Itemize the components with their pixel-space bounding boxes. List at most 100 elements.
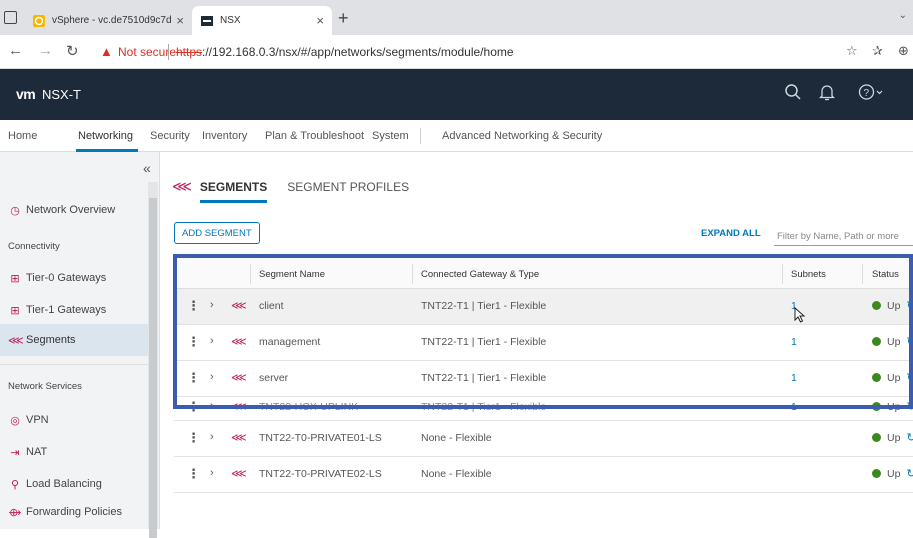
- column-header-status[interactable]: Status: [872, 269, 899, 280]
- back-icon[interactable]: ←: [8, 42, 23, 59]
- sidebar-item-forwarding-policies[interactable]: ⟴ Forwarding Policies: [0, 496, 148, 528]
- reload-icon[interactable]: ↻: [66, 42, 79, 60]
- segment-icon: ⋘: [231, 468, 247, 480]
- nav-system[interactable]: System: [372, 130, 409, 142]
- subnets-link[interactable]: 1: [791, 401, 797, 413]
- row-actions-icon[interactable]: ⋮: [187, 334, 200, 350]
- status-cell: Up ↻: [872, 400, 913, 413]
- expand-row-icon[interactable]: ›: [210, 400, 214, 412]
- nav-plan-troubleshoot[interactable]: Plan & Troubleshoot: [265, 130, 364, 142]
- help-icon[interactable]: ?: [858, 83, 884, 101]
- segment-tabs: ⋘ SEGMENTS SEGMENT PROFILES: [172, 178, 409, 203]
- nav-security[interactable]: Security: [150, 130, 190, 142]
- sidebar-item-label: NAT: [26, 446, 48, 458]
- tab-search-icon[interactable]: ⌄: [899, 10, 907, 21]
- subnets-link[interactable]: 1: [791, 372, 797, 384]
- nav-home[interactable]: Home: [8, 130, 37, 142]
- address-bar: ← → ↻ ▲ Not secure https://192.168.0.3/n…: [0, 35, 913, 69]
- expand-row-icon[interactable]: ›: [210, 371, 214, 383]
- forward-icon[interactable]: →: [38, 42, 53, 59]
- expand-row-icon[interactable]: ›: [210, 299, 214, 311]
- status-cell: Up ↻: [872, 467, 913, 480]
- url-scheme: https: [176, 45, 203, 59]
- column-header-segment-name[interactable]: Segment Name: [259, 269, 325, 280]
- column-header-subnets[interactable]: Subnets: [791, 269, 826, 280]
- segment-icon: ⋘: [231, 300, 247, 312]
- sidebar-item-label: Tier-0 Gateways: [26, 272, 107, 284]
- expand-row-icon[interactable]: ›: [210, 467, 214, 479]
- divider: [420, 128, 421, 144]
- browser-tab-vsphere[interactable]: vSphere - vc.de7510d9c7d8485c ×: [24, 6, 192, 35]
- nsx-favicon-icon: [201, 15, 213, 26]
- expand-all-button[interactable]: EXPAND ALL: [701, 228, 761, 239]
- row-actions-icon[interactable]: ⋮: [187, 466, 200, 482]
- extensions-icon[interactable]: ☆: [846, 43, 858, 59]
- search-icon[interactable]: [784, 83, 802, 101]
- column-divider: [250, 264, 251, 284]
- table-row[interactable]: ⋮ › ⋘ TNT22-HCX-UPLINK TNT22-T1 | Tier1 …: [174, 397, 913, 421]
- status-up-icon: [872, 301, 881, 310]
- scrollbar-thumb[interactable]: [149, 198, 157, 538]
- row-actions-icon[interactable]: ⋮: [187, 399, 200, 415]
- section-heading-connectivity: Connectivity: [8, 241, 60, 252]
- close-icon[interactable]: ×: [316, 13, 324, 28]
- sidebar-scrollbar[interactable]: [148, 182, 158, 538]
- tab-segment-profiles[interactable]: SEGMENT PROFILES: [287, 180, 409, 194]
- tab-segments[interactable]: SEGMENTS: [199, 180, 268, 203]
- row-actions-icon[interactable]: ⋮: [187, 298, 200, 314]
- refresh-icon[interactable]: ↻: [906, 431, 913, 444]
- connected-gateway: TNT22-T1 | Tier1 - Flexible: [421, 300, 547, 312]
- refresh-icon[interactable]: ↻: [906, 467, 913, 480]
- mouse-cursor-icon: [794, 307, 806, 323]
- collections-icon[interactable]: ⊕: [898, 43, 909, 59]
- subnets-link[interactable]: 1: [791, 336, 797, 348]
- table-row[interactable]: ⋮ › ⋘ server TNT22-T1 | Tier1 - Flexible…: [174, 361, 913, 397]
- collapse-sidebar-icon[interactable]: «: [143, 160, 151, 176]
- segment-icon: ⋘: [231, 372, 247, 384]
- tab-title: NSX: [220, 15, 241, 26]
- status-text: Up: [887, 299, 901, 312]
- connected-gateway: None - Flexible: [421, 468, 492, 480]
- favorites-icon[interactable]: ✰: [872, 43, 883, 59]
- nav-networking[interactable]: Networking: [78, 130, 133, 142]
- sidebar-item-label: Forwarding Policies: [26, 506, 122, 518]
- table-row[interactable]: ⋮ › ⋘ TNT22-T0-PRIVATE02-LS None - Flexi…: [174, 457, 913, 493]
- row-actions-icon[interactable]: ⋮: [187, 430, 200, 446]
- connected-gateway: TNT22-T1 | Tier1 - Flexible: [421, 372, 547, 384]
- sidebar-item-nat[interactable]: ⇥ NAT: [0, 436, 148, 468]
- refresh-icon[interactable]: ↻: [906, 400, 913, 413]
- sidebar-item-tier0-gateways[interactable]: ⊞ Tier-0 Gateways: [0, 262, 148, 294]
- column-header-connected-gateway[interactable]: Connected Gateway & Type: [421, 269, 539, 280]
- url-field[interactable]: https://192.168.0.3/nsx/#/app/networks/s…: [176, 45, 514, 59]
- segments-icon: ⋘: [8, 334, 24, 347]
- sidebar-item-segments[interactable]: ⋘ Segments: [0, 324, 148, 356]
- table-row[interactable]: ⋮ › ⋘ management TNT22-T1 | Tier1 - Flex…: [174, 325, 913, 361]
- table-row[interactable]: ⋮ › ⋘ TNT22-T0-PRIVATE01-LS None - Flexi…: [174, 421, 913, 457]
- sidebar-item-tier1-gateways[interactable]: ⊞ Tier-1 Gateways: [0, 294, 148, 326]
- segment-name: management: [259, 336, 321, 348]
- segment-name: client: [259, 300, 284, 312]
- add-segment-button[interactable]: ADD SEGMENT: [174, 222, 260, 244]
- refresh-icon[interactable]: ↻: [906, 299, 913, 312]
- sidebar-item-vpn[interactable]: ◎ VPN: [0, 404, 148, 436]
- expand-row-icon[interactable]: ›: [210, 431, 214, 443]
- new-tab-button[interactable]: +: [338, 8, 349, 29]
- status-cell: Up ↻: [872, 431, 913, 444]
- row-actions-icon[interactable]: ⋮: [187, 370, 200, 386]
- divider: [0, 364, 148, 365]
- filter-input[interactable]: [774, 222, 913, 246]
- close-icon[interactable]: ×: [176, 13, 184, 28]
- nav-inventory[interactable]: Inventory: [202, 130, 247, 142]
- refresh-icon[interactable]: ↻: [906, 371, 913, 384]
- refresh-icon[interactable]: ↻: [906, 335, 913, 348]
- nav-advanced-networking[interactable]: Advanced Networking & Security: [442, 130, 602, 142]
- browser-tab-nsx[interactable]: NSX ×: [192, 6, 332, 35]
- status-text: Up: [887, 467, 901, 480]
- segment-name: TNT22-HCX-UPLINK: [259, 401, 359, 413]
- segments-table: Segment Name Connected Gateway & Type Su…: [174, 258, 913, 493]
- bell-icon[interactable]: [819, 83, 835, 101]
- warning-icon[interactable]: ▲: [100, 44, 113, 59]
- sidebar-item-network-overview[interactable]: ◷ Network Overview: [0, 194, 148, 226]
- window-menu-icon[interactable]: [4, 11, 17, 24]
- expand-row-icon[interactable]: ›: [210, 335, 214, 347]
